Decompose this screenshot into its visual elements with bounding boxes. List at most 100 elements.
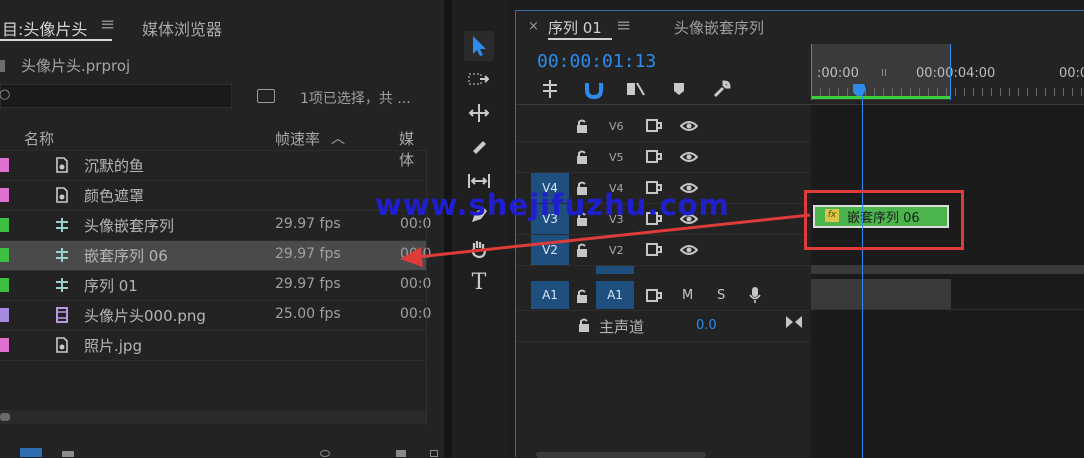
list-view-icon[interactable] <box>20 448 42 457</box>
label-color-swatch[interactable] <box>0 158 9 172</box>
video-track-header-v5: V5 <box>516 142 810 173</box>
project-item-row[interactable]: 头像片头000.png 25.00 fps 00:0 <box>0 300 431 330</box>
tab-underline <box>548 38 612 40</box>
row-separator <box>0 360 426 361</box>
film-icon <box>56 307 68 323</box>
track-select-tool-icon[interactable] <box>464 64 494 94</box>
sequence-icon <box>56 278 68 292</box>
type-tool-icon[interactable]: T <box>464 267 494 297</box>
label-color-swatch[interactable] <box>0 248 9 262</box>
audio-track-a1-area <box>811 279 951 309</box>
sync-lock-icon[interactable] <box>646 289 662 302</box>
project-file-icon <box>0 60 5 72</box>
ripple-edit-tool-icon[interactable] <box>464 98 494 128</box>
target-track-a1[interactable]: A1 <box>596 281 634 309</box>
search-input[interactable]: ○ <box>0 84 232 108</box>
close-tab-icon[interactable]: × <box>528 19 539 34</box>
linked-selection-icon[interactable] <box>626 79 646 99</box>
add-marker-icon[interactable] <box>672 81 686 97</box>
new-item-icon[interactable] <box>396 450 406 457</box>
eye-icon[interactable] <box>680 151 698 163</box>
project-item-row[interactable]: 颜色遮罩 <box>0 180 426 210</box>
column-header-fps[interactable]: 帧速率 <box>275 128 320 149</box>
panel-menu-icon[interactable]: ≡ <box>100 14 115 35</box>
item-name: 沉默的鱼 <box>84 157 145 175</box>
snap-magnet-icon[interactable] <box>585 79 603 99</box>
horizontal-scrollbar[interactable] <box>0 410 426 424</box>
sequence-icon <box>56 248 68 262</box>
project-item-row[interactable]: 嵌套序列 0629.97 fps00:0 <box>0 240 431 270</box>
item-name: 头像片头000.png <box>84 307 206 325</box>
lock-icon[interactable] <box>576 119 588 133</box>
clear-icon[interactable] <box>430 450 438 457</box>
playhead-handle[interactable] <box>853 84 865 96</box>
column-header-name[interactable]: 名称 <box>24 128 54 149</box>
watermark-text: www.shejifuzhu.com <box>375 188 730 222</box>
eye-icon[interactable] <box>680 120 698 132</box>
playhead-timecode[interactable]: 00:00:01:13 <box>537 51 656 72</box>
tab-media-browser[interactable]: 媒体浏览器 <box>142 16 222 40</box>
item-name: 照片.jpg <box>84 337 142 355</box>
row-separator <box>0 210 426 211</box>
sort-ascending-icon[interactable]: ︿ <box>331 128 345 148</box>
sync-lock-icon[interactable] <box>646 119 662 132</box>
new-bin-from-search-icon[interactable] <box>257 89 275 103</box>
sync-lock-icon[interactable] <box>646 150 662 163</box>
lock-icon[interactable] <box>576 289 588 303</box>
render-bar <box>811 96 951 99</box>
source-patch-a1[interactable]: A1 <box>531 281 569 309</box>
label-color-swatch[interactable] <box>0 338 9 352</box>
label-color-swatch[interactable] <box>0 218 9 232</box>
wrench-settings-icon[interactable] <box>712 79 732 99</box>
item-name: 颜色遮罩 <box>84 187 145 205</box>
find-icon[interactable] <box>320 450 330 457</box>
tab-project[interactable]: 目:头像片头 <box>2 16 87 40</box>
ruler-midpoint-mark: II <box>881 68 887 79</box>
lock-icon[interactable] <box>578 318 590 332</box>
track-name[interactable]: V6 <box>609 120 624 133</box>
annotation-highlight-box <box>804 190 964 250</box>
video-audio-divider[interactable] <box>811 265 1084 274</box>
go-to-end-icon[interactable] <box>785 315 803 329</box>
row-separator <box>0 300 426 301</box>
icon-view-icon[interactable] <box>62 451 74 457</box>
video-track-header-v6: V6 <box>516 111 810 142</box>
project-tab-bar: 目:头像片头 ≡ 媒体浏览器 <box>0 0 444 44</box>
razor-tool-icon[interactable] <box>464 132 494 162</box>
label-color-swatch[interactable] <box>0 278 9 292</box>
project-item-row[interactable]: 照片.jpg <box>0 330 426 360</box>
tab-sequence[interactable]: 序列 01 <box>548 17 602 38</box>
lock-icon[interactable] <box>576 150 588 164</box>
scrollbar-thumb[interactable] <box>0 413 10 421</box>
playhead-line[interactable] <box>862 91 863 458</box>
track-name[interactable]: V5 <box>609 151 624 164</box>
tab-nested-sequence[interactable]: 头像嵌套序列 <box>674 17 764 38</box>
label-color-swatch[interactable] <box>0 188 9 202</box>
picture-icon <box>56 187 68 203</box>
sequence-icon <box>56 218 68 232</box>
insert-nest-icon[interactable] <box>540 79 560 99</box>
master-volume-value[interactable]: 0.0 <box>696 318 717 333</box>
microphone-icon[interactable] <box>749 286 761 304</box>
work-area-in-marker[interactable] <box>811 44 812 100</box>
time-ruler[interactable]: :00:00 II 00:00:04:00 00:0 <box>811 44 1084 100</box>
work-area-out-marker[interactable] <box>950 44 951 100</box>
tab-underline <box>0 39 112 41</box>
project-item-row[interactable]: 序列 01 29.97 fps 00:0 <box>0 270 431 300</box>
row-separator <box>0 150 426 151</box>
item-name: 嵌套序列 06 <box>84 247 168 265</box>
label-color-swatch[interactable] <box>0 308 9 322</box>
item-fps: 25.00 fps <box>275 306 341 322</box>
project-item-row[interactable]: 头像嵌套序列 29.97 fps 00:0 <box>0 210 431 240</box>
selection-tool-icon[interactable] <box>464 31 494 61</box>
project-item-row[interactable]: 沉默的鱼 <box>0 150 426 180</box>
item-name: 序列 01 <box>84 277 138 295</box>
mute-button[interactable]: M <box>682 288 693 303</box>
row-separator <box>0 270 426 271</box>
panel-menu-icon[interactable]: ≡ <box>616 15 631 36</box>
row-separator <box>0 240 426 241</box>
zoom-scrollbar[interactable] <box>536 452 706 458</box>
solo-button[interactable]: S <box>717 288 725 303</box>
item-fps: 29.97 fps <box>275 216 341 232</box>
search-icon: ○ <box>0 87 11 102</box>
